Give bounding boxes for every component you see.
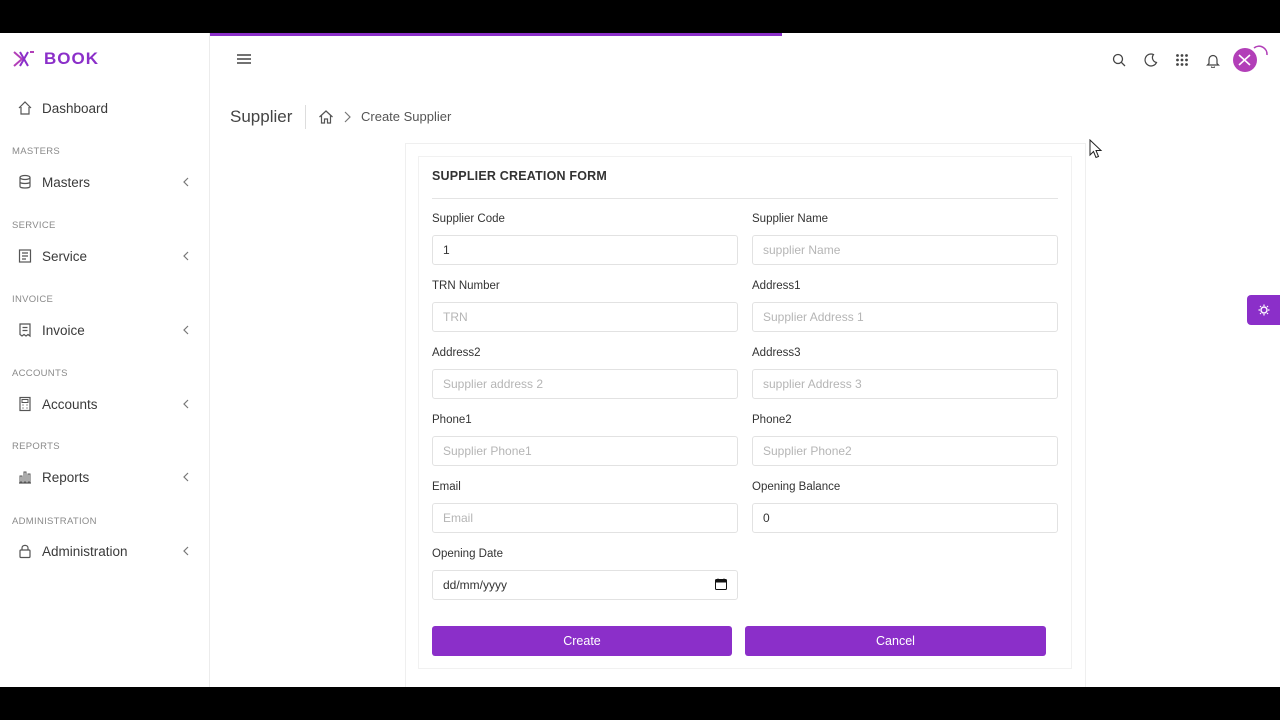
section-label: MASTERS bbox=[12, 146, 61, 157]
brand-name: BOOK bbox=[44, 49, 99, 68]
supplier-name-label: Supplier Name bbox=[752, 213, 829, 225]
sidebar-item-administration[interactable]: Administration bbox=[16, 540, 192, 562]
moon-icon[interactable] bbox=[1140, 49, 1162, 71]
sidebar-item-reports[interactable]: Reports bbox=[16, 466, 192, 488]
breadcrumb-current: Create Supplier bbox=[361, 109, 452, 124]
section-label: SERVICE bbox=[12, 220, 56, 231]
chevron-left-icon bbox=[182, 251, 192, 261]
opening-date-value: dd/mm/yyyy bbox=[443, 578, 508, 592]
form-title-divider bbox=[432, 198, 1058, 199]
section-label: REPORTS bbox=[12, 441, 60, 452]
sidebar-item-label: Dashboard bbox=[42, 100, 109, 116]
trn-number-label: TRN Number bbox=[432, 280, 500, 292]
mouse-cursor-icon bbox=[1089, 139, 1103, 159]
sidebar-item-service[interactable]: Service bbox=[16, 245, 192, 267]
settings-drawer-tab[interactable] bbox=[1247, 295, 1280, 325]
phone1-input[interactable] bbox=[432, 436, 738, 466]
address2-input[interactable] bbox=[432, 369, 738, 399]
apps-grid-icon[interactable] bbox=[1171, 49, 1193, 71]
sidebar-item-dashboard[interactable]: Dashboard bbox=[16, 97, 192, 119]
section-label: INVOICE bbox=[12, 294, 54, 305]
gear-icon bbox=[1258, 304, 1269, 316]
invoice-icon bbox=[16, 321, 34, 339]
calendar-icon[interactable] bbox=[715, 578, 727, 593]
avatar-status-ring-icon bbox=[1253, 45, 1268, 56]
search-icon[interactable] bbox=[1108, 49, 1130, 71]
phone2-label: Phone2 bbox=[752, 414, 792, 426]
chevron-left-icon bbox=[182, 472, 192, 482]
cancel-button[interactable]: Cancel bbox=[745, 626, 1046, 656]
home-icon[interactable] bbox=[318, 109, 334, 130]
sidebar-item-accounts[interactable]: Accounts bbox=[16, 393, 192, 415]
breadcrumb-divider bbox=[305, 105, 306, 129]
opening-balance-input[interactable] bbox=[752, 503, 1058, 533]
phone1-label: Phone1 bbox=[432, 414, 472, 426]
sidebar-item-label: Reports bbox=[42, 469, 90, 485]
bell-icon[interactable] bbox=[1202, 49, 1224, 71]
supplier-name-input[interactable] bbox=[752, 235, 1058, 265]
sidebar-item-label: Invoice bbox=[42, 322, 85, 338]
supplier-code-input[interactable] bbox=[432, 235, 738, 265]
chevron-right-icon bbox=[343, 110, 351, 128]
sidebar-item-label: Service bbox=[42, 248, 88, 264]
supplier-code-label: Supplier Code bbox=[432, 213, 505, 225]
section-label: ADMINISTRATION bbox=[12, 516, 97, 527]
section-label: ACCOUNTS bbox=[12, 368, 68, 379]
sidebar-item-label: Administration bbox=[42, 543, 128, 559]
address1-input[interactable] bbox=[752, 302, 1058, 332]
database-icon bbox=[16, 173, 34, 191]
brand-mark-icon bbox=[13, 51, 34, 67]
chevron-left-icon bbox=[182, 325, 192, 335]
address3-label: Address3 bbox=[752, 347, 801, 359]
lock-icon bbox=[16, 542, 34, 560]
sidebar-item-invoice[interactable]: Invoice bbox=[16, 319, 192, 341]
chevron-left-icon bbox=[182, 546, 192, 556]
chevron-left-icon bbox=[182, 177, 192, 187]
calculator-icon bbox=[16, 395, 34, 413]
sidebar: BOOK Dashboard MASTERS Masters SERVICE S… bbox=[0, 33, 210, 687]
brand-logo[interactable]: BOOK bbox=[12, 49, 99, 69]
create-button[interactable]: Create bbox=[432, 626, 732, 656]
sidebar-item-label: Masters bbox=[42, 174, 91, 190]
opening-date-input[interactable]: dd/mm/yyyy bbox=[432, 570, 738, 600]
address3-input[interactable] bbox=[752, 369, 1058, 399]
opening-balance-label: Opening Balance bbox=[752, 481, 841, 493]
bar-chart-icon bbox=[16, 468, 34, 486]
app-window: BOOK Dashboard MASTERS Masters SERVICE S… bbox=[0, 33, 1280, 687]
form-title: SUPPLIER CREATION FORM bbox=[432, 169, 608, 183]
page-title: Supplier bbox=[230, 107, 293, 126]
chevron-left-icon bbox=[182, 399, 192, 409]
phone2-input[interactable] bbox=[752, 436, 1058, 466]
address1-label: Address1 bbox=[752, 280, 801, 292]
menu-icon[interactable] bbox=[236, 52, 252, 70]
sidebar-item-masters[interactable]: Masters bbox=[16, 171, 192, 193]
address2-label: Address2 bbox=[432, 347, 481, 359]
opening-date-label: Opening Date bbox=[432, 548, 503, 560]
sidebar-item-label: Accounts bbox=[42, 396, 98, 412]
email-label: Email bbox=[432, 481, 461, 493]
trn-number-input[interactable] bbox=[432, 302, 738, 332]
document-icon bbox=[16, 247, 34, 265]
home-icon bbox=[16, 99, 34, 117]
email-input[interactable] bbox=[432, 503, 738, 533]
